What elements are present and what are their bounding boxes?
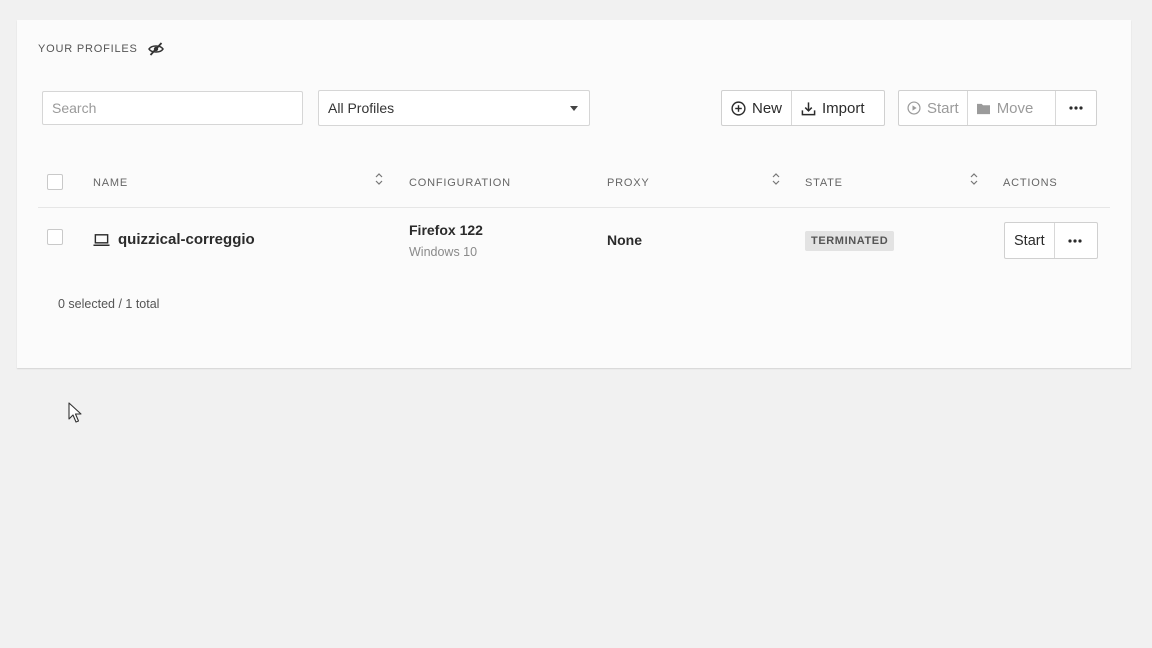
status-badge: TERMINATED [805, 231, 895, 251]
move-button[interactable]: Move [966, 91, 1042, 125]
chevron-down-icon [570, 106, 578, 111]
create-button-group: New Import [721, 90, 885, 126]
row-start-label: Start [1014, 232, 1045, 249]
mouse-cursor-icon [68, 402, 82, 423]
laptop-icon [93, 233, 110, 246]
import-button-label: Import [822, 99, 865, 117]
new-button-label: New [752, 99, 783, 117]
column-header-name: NAME [93, 177, 128, 189]
plus-circle-icon [731, 100, 746, 116]
sort-icon[interactable] [772, 172, 780, 186]
selection-summary: 0 selected / 1 total [58, 297, 160, 311]
table-row[interactable]: quizzical-correggio Firefox 122 Windows … [38, 210, 1110, 268]
proxy-value: None [607, 232, 642, 248]
ellipsis-icon [1068, 238, 1082, 243]
profile-name[interactable]: quizzical-correggio [93, 231, 255, 248]
row-start-button[interactable]: Start [1005, 223, 1054, 258]
column-header-actions: ACTIONS [1003, 177, 1058, 189]
table-header: NAME CONFIGURATION PROXY STATE ACTIONS [38, 170, 1110, 208]
config-browser: Firefox 122 [409, 222, 483, 238]
import-button[interactable]: Import [791, 91, 874, 125]
card-header: YOUR PROFILES [38, 42, 164, 56]
folder-icon [976, 103, 990, 114]
row-checkbox[interactable] [47, 229, 63, 245]
sort-icon[interactable] [970, 172, 978, 186]
config-os: Windows 10 [409, 245, 478, 259]
profiles-card: YOUR PROFILES All Profiles New Im [17, 20, 1131, 368]
bulk-start-button[interactable]: Start [899, 91, 967, 125]
bulk-start-label: Start [927, 99, 959, 117]
ellipsis-icon [1069, 106, 1083, 110]
row-actions: Start [1004, 222, 1098, 259]
profile-filter-select[interactable]: All Profiles [318, 90, 590, 126]
page-title: YOUR PROFILES [38, 43, 138, 55]
column-header-configuration: CONFIGURATION [409, 177, 511, 189]
profile-filter-value: All Profiles [328, 100, 395, 116]
bulk-actions-group: Start Move [898, 90, 1097, 126]
eye-off-icon[interactable] [147, 42, 164, 56]
sort-icon[interactable] [375, 172, 383, 186]
profile-name-label: quizzical-correggio [118, 231, 255, 248]
download-icon [801, 101, 816, 115]
select-all-checkbox[interactable] [47, 174, 63, 190]
row-more-button[interactable] [1053, 223, 1095, 258]
more-actions-button[interactable] [1055, 91, 1096, 125]
new-button[interactable]: New [722, 91, 791, 125]
column-header-state: STATE [805, 177, 843, 189]
move-button-label: Move [996, 99, 1034, 117]
search-input[interactable] [42, 91, 303, 125]
play-circle-icon [907, 101, 921, 115]
column-header-proxy: PROXY [607, 177, 650, 189]
